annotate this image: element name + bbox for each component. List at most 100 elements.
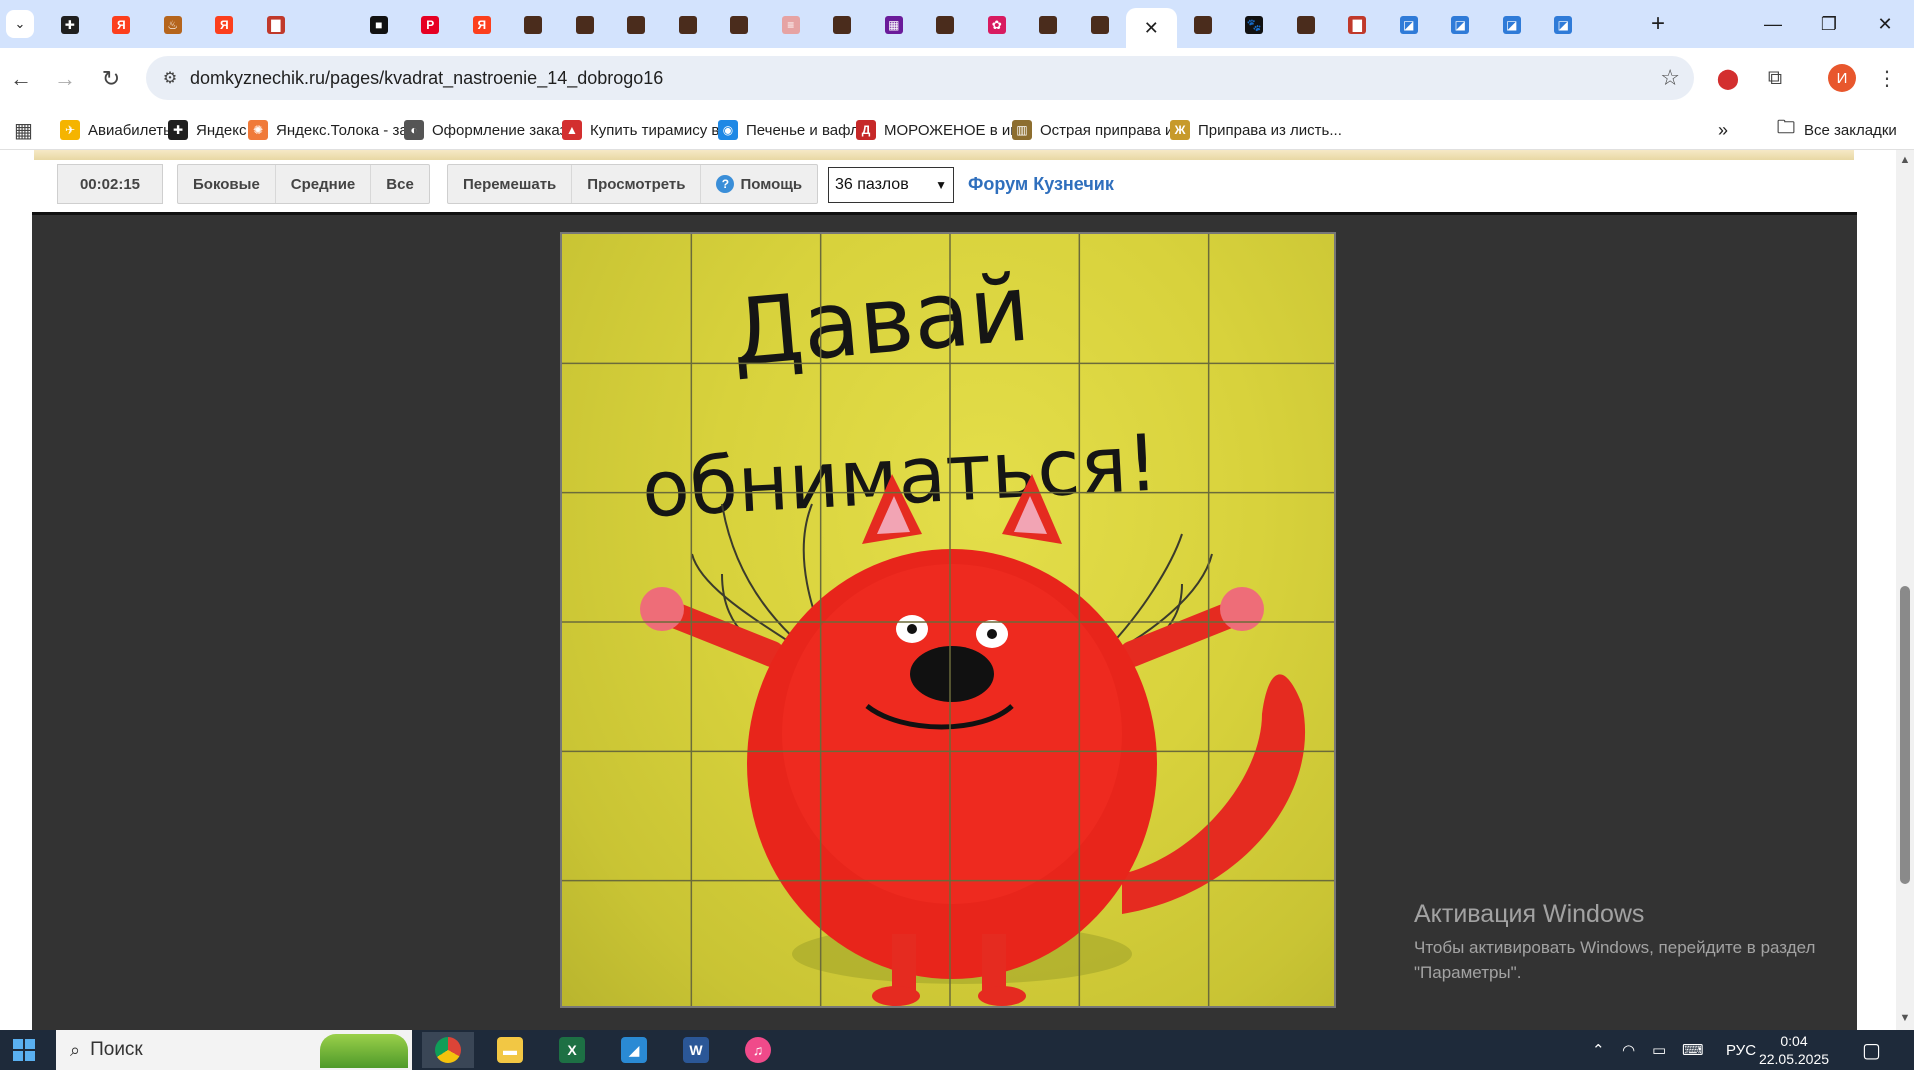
battery-icon[interactable]: ▭ <box>1652 1030 1666 1070</box>
tray-chevron-icon[interactable]: ⌃ <box>1592 1030 1605 1070</box>
browser-tab[interactable]: ♨ <box>147 8 199 42</box>
leaf-icon: Ж <box>1170 120 1190 140</box>
browser-tab[interactable] <box>1177 8 1229 42</box>
edge-pieces-button[interactable]: Боковые <box>178 165 276 203</box>
bookmark-item[interactable]: Ж Приправа из листь... <box>1170 118 1342 142</box>
taskbar-excel[interactable]: X <box>546 1032 598 1068</box>
bookmark-label: Купить тирамису в... <box>590 121 732 139</box>
bookmark-item[interactable]: ▲ Купить тирамису в... <box>562 118 732 142</box>
red-card-icon: ▇ <box>266 16 285 34</box>
taskbar-explorer[interactable]: ▬ <box>484 1032 536 1068</box>
yandex-icon: Я <box>215 16 234 34</box>
browser-tab[interactable] <box>817 8 869 42</box>
restore-button[interactable]: ❐ <box>1800 0 1858 48</box>
wifi-icon[interactable]: ◠ <box>1622 1030 1635 1070</box>
start-button[interactable] <box>0 1030 48 1070</box>
all-bookmarks-button[interactable]: 🗀 Все закладки <box>1776 117 1897 142</box>
shuffle-button[interactable]: Перемешать <box>448 165 573 203</box>
url-text[interactable]: domkyznechik.ru/pages/kvadrat_nastroenie… <box>190 68 663 89</box>
forum-link[interactable]: Форум Кузнечик <box>968 174 1114 195</box>
brown-square-icon <box>678 16 697 34</box>
browser-tab[interactable]: 🐾 <box>1229 8 1281 42</box>
recipe-icon: ≡ <box>781 16 800 34</box>
apps-grid-icon[interactable]: ▦ <box>14 118 33 142</box>
tab-search-button[interactable]: ⌄ <box>6 10 34 38</box>
pieces-count-select[interactable]: 36 пазлов ▼ <box>828 167 954 203</box>
taskbar-word[interactable]: W <box>670 1032 722 1068</box>
site-info-icon[interactable]: ⚙ <box>158 66 182 90</box>
minimize-button[interactable]: — <box>1744 0 1802 48</box>
scroll-thumb[interactable] <box>1900 586 1910 884</box>
extensions-icon[interactable]: ⧉ <box>1760 63 1790 93</box>
browser-tab[interactable] <box>611 8 663 42</box>
new-tab-button[interactable]: + <box>1644 10 1672 38</box>
browser-tab[interactable] <box>920 8 972 42</box>
keyboard-icon[interactable]: ⌨ <box>1682 1030 1704 1070</box>
browser-tab[interactable] <box>302 8 354 42</box>
browser-tab[interactable] <box>1023 8 1075 42</box>
bookmark-item[interactable]: ▥ Острая приправа и... <box>1012 118 1186 142</box>
browser-tab[interactable] <box>559 8 611 42</box>
browser-tab[interactable]: ≡ <box>765 8 817 42</box>
folder-icon: 🗀 <box>1777 117 1795 137</box>
tab-active[interactable]: ✕ <box>1125 8 1177 48</box>
blue-doc-icon: ◪ <box>1399 16 1418 34</box>
address-bar[interactable]: ⚙ domkyznechik.ru/pages/kvadrat_nastroen… <box>146 56 1694 100</box>
windows-logo-icon <box>13 1039 35 1061</box>
close-window-button[interactable]: ✕ <box>1856 0 1914 48</box>
page-scrollbar[interactable]: ▲ ▼ <box>1896 150 1914 1030</box>
all-pieces-button[interactable]: Все <box>371 165 429 203</box>
browser-tab[interactable] <box>662 8 714 42</box>
browser-tab[interactable] <box>714 8 766 42</box>
browser-tab[interactable]: ✚ <box>44 8 96 42</box>
browser-tab[interactable] <box>1074 8 1126 42</box>
browser-tab[interactable]: ■ <box>353 8 405 42</box>
browser-tab[interactable]: ✿ <box>971 8 1023 42</box>
taskbar-clock[interactable]: 0:04 22.05.2025 <box>1756 1032 1832 1068</box>
taskbar-paint[interactable]: ◢ <box>608 1032 660 1068</box>
menu-kebab-icon[interactable]: ⋮ <box>1872 63 1902 93</box>
forward-button[interactable]: → <box>48 62 82 96</box>
bookmark-item[interactable]: ◐ Оформление заказ... <box>404 118 579 142</box>
browser-tab[interactable]: Я <box>456 8 508 42</box>
taskbar-search[interactable]: ⌕ Поиск <box>56 1030 412 1070</box>
browser-tab[interactable]: P <box>405 8 457 42</box>
browser-tab[interactable]: ▇ <box>250 8 302 42</box>
notifications-icon[interactable]: ▢ <box>1862 1030 1881 1070</box>
help-button[interactable]: ? Помощь <box>701 165 817 203</box>
puzzle-board[interactable]: Давай обниматься! <box>560 232 1336 1008</box>
browser-tab[interactable]: ◪ <box>1538 8 1590 42</box>
more-bookmarks-icon[interactable]: » <box>1718 118 1728 142</box>
taskbar-chrome[interactable] <box>422 1032 474 1068</box>
browser-tab[interactable]: ▇ <box>1332 8 1384 42</box>
help-icon: ? <box>716 175 735 193</box>
scroll-up-icon[interactable]: ▲ <box>1899 154 1911 166</box>
bookmark-item[interactable]: ✚ Яндекс <box>168 118 246 142</box>
reload-button[interactable]: ↻ <box>94 62 128 96</box>
middle-pieces-button[interactable]: Средние <box>276 165 372 203</box>
clock-date: 22.05.2025 <box>1758 1051 1830 1067</box>
browser-tab[interactable]: ◪ <box>1383 8 1435 42</box>
scroll-down-icon[interactable]: ▼ <box>1899 1012 1911 1024</box>
language-indicator[interactable]: РУС <box>1726 1030 1756 1070</box>
close-icon[interactable]: ✕ <box>1144 18 1159 39</box>
profile-avatar[interactable]: И <box>1828 64 1856 92</box>
browser-tab[interactable]: ◪ <box>1486 8 1538 42</box>
opera-extension-icon[interactable]: ⬤ <box>1713 63 1743 93</box>
taskbar-itunes[interactable]: ♫ <box>732 1032 784 1068</box>
browser-tab[interactable]: ◪ <box>1435 8 1487 42</box>
bookmark-item[interactable]: ◉ Печенье и вафли <box>718 118 867 142</box>
browser-tab[interactable]: Я <box>199 8 251 42</box>
preview-button[interactable]: Просмотреть <box>572 165 702 203</box>
browser-tab[interactable] <box>508 8 560 42</box>
bookmark-item[interactable]: ✺ Яндекс.Толока - за... <box>248 118 420 142</box>
back-button[interactable]: ← <box>4 62 38 96</box>
browser-tab[interactable]: ▦ <box>868 8 920 42</box>
browser-toolbar: ← → ↻ ⚙ domkyznechik.ru/pages/kvadrat_na… <box>0 48 1914 110</box>
tab-strip: ⌄ ✚ Я ♨ Я ▇ ■ P Я ≡ ▦ ✿ ✕ 🐾 ▇ ◪ ◪ ◪ ◪ + — ❐ ✕ <box>0 0 1914 48</box>
browser-tab[interactable]: Я <box>96 8 148 42</box>
browser-tab[interactable] <box>1280 8 1332 42</box>
bookmark-star-icon[interactable]: ☆ <box>1660 65 1680 91</box>
bookmark-item[interactable]: ✈ Авиабилеты <box>60 118 174 142</box>
bookmark-item[interactable]: Д МОРОЖЕНОЕ в ин... <box>856 118 1031 142</box>
